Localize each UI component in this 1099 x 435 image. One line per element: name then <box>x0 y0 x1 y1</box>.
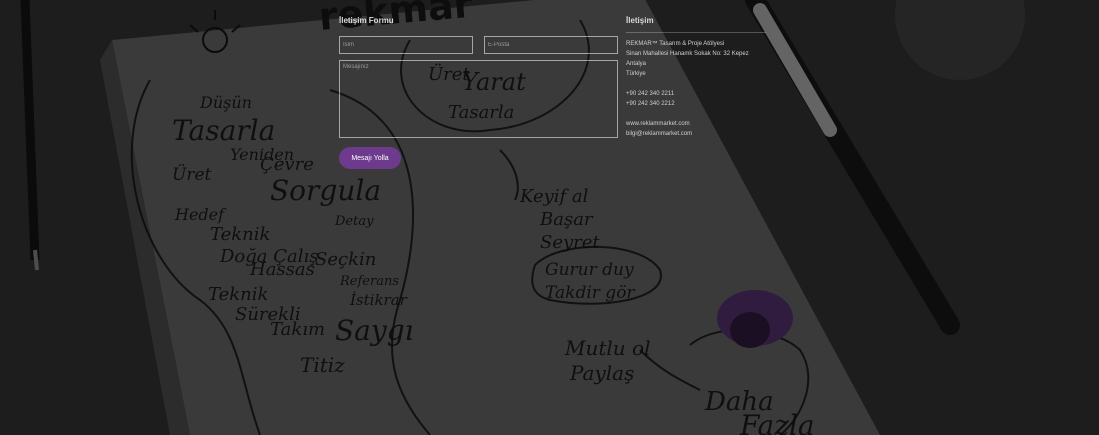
form-input-row <box>339 36 619 54</box>
email-link[interactable]: bilgi@reklammarket.com <box>626 129 766 139</box>
contact-form: İletişim Formu Mesajı Yolla <box>339 14 619 169</box>
country-line: Türkiye <box>626 71 646 77</box>
message-textarea[interactable] <box>339 60 618 138</box>
name-input[interactable] <box>339 36 473 54</box>
contact-info: İletişim REKMAR™ Tasarım & Proje Atölyes… <box>626 14 766 139</box>
send-message-button[interactable]: Mesajı Yolla <box>339 147 401 169</box>
phone-1[interactable]: +90 242 340 2211 <box>626 89 766 99</box>
address-line: Sinan Mahallesi Hanamk Sokak No: 32 Kepe… <box>626 51 749 67</box>
contact-title: İletişim <box>626 16 654 25</box>
phone-2[interactable]: +90 242 340 2212 <box>626 99 766 109</box>
website-link[interactable]: www.reklammarket.com <box>626 119 766 129</box>
form-title: İletişim Formu <box>339 16 394 25</box>
email-input[interactable] <box>484 36 618 54</box>
company-name: REKMAR™ Tasarım & Proje Atölyesi <box>626 41 725 47</box>
